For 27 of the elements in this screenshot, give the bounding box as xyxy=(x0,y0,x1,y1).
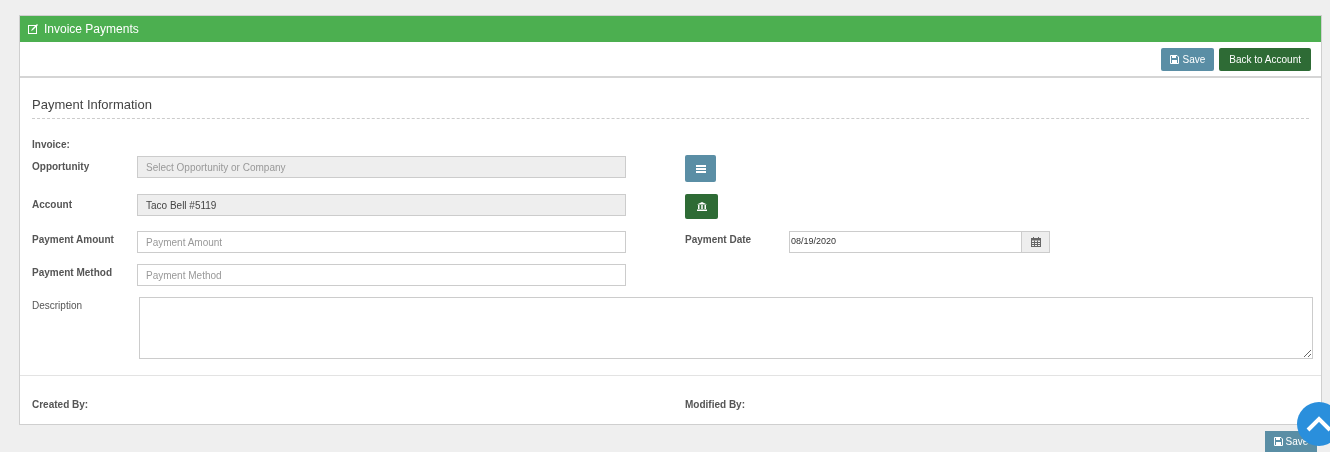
payment-amount-field[interactable]: Payment Amount xyxy=(137,231,626,253)
edit-icon xyxy=(28,24,38,34)
list-button[interactable] xyxy=(685,155,716,182)
description-field[interactable] xyxy=(138,297,1313,359)
calendar-icon xyxy=(1030,237,1041,247)
field-label: Payment Date xyxy=(685,233,753,247)
field-label: Account xyxy=(32,198,73,212)
bank-icon xyxy=(696,202,707,211)
account-button[interactable] xyxy=(685,194,718,219)
modified-by-label: Modified By: xyxy=(685,398,745,412)
field-label: Payment Amount xyxy=(32,233,115,247)
chevron-up-icon xyxy=(1306,416,1330,432)
field-label: Invoice: xyxy=(32,139,70,150)
field-label: Description xyxy=(32,299,84,313)
save-icon xyxy=(1170,54,1180,64)
menu-icon xyxy=(695,164,706,173)
created-by-label: Created By: xyxy=(32,398,90,412)
save-button[interactable]: Save xyxy=(1161,47,1215,71)
back-to-account-button[interactable]: Back to Account xyxy=(1219,47,1311,71)
save-icon xyxy=(1273,437,1283,446)
panel-title: Invoice Payments xyxy=(44,21,139,38)
field-label: Payment Method xyxy=(32,266,113,280)
payment-method-field[interactable]: Payment Method xyxy=(137,264,626,286)
date-field[interactable]: 08/19/2020 xyxy=(789,231,1050,253)
field-label: Opportunity xyxy=(32,160,91,174)
section-title: Payment Information xyxy=(32,97,152,112)
calendar-button[interactable] xyxy=(1021,232,1049,252)
